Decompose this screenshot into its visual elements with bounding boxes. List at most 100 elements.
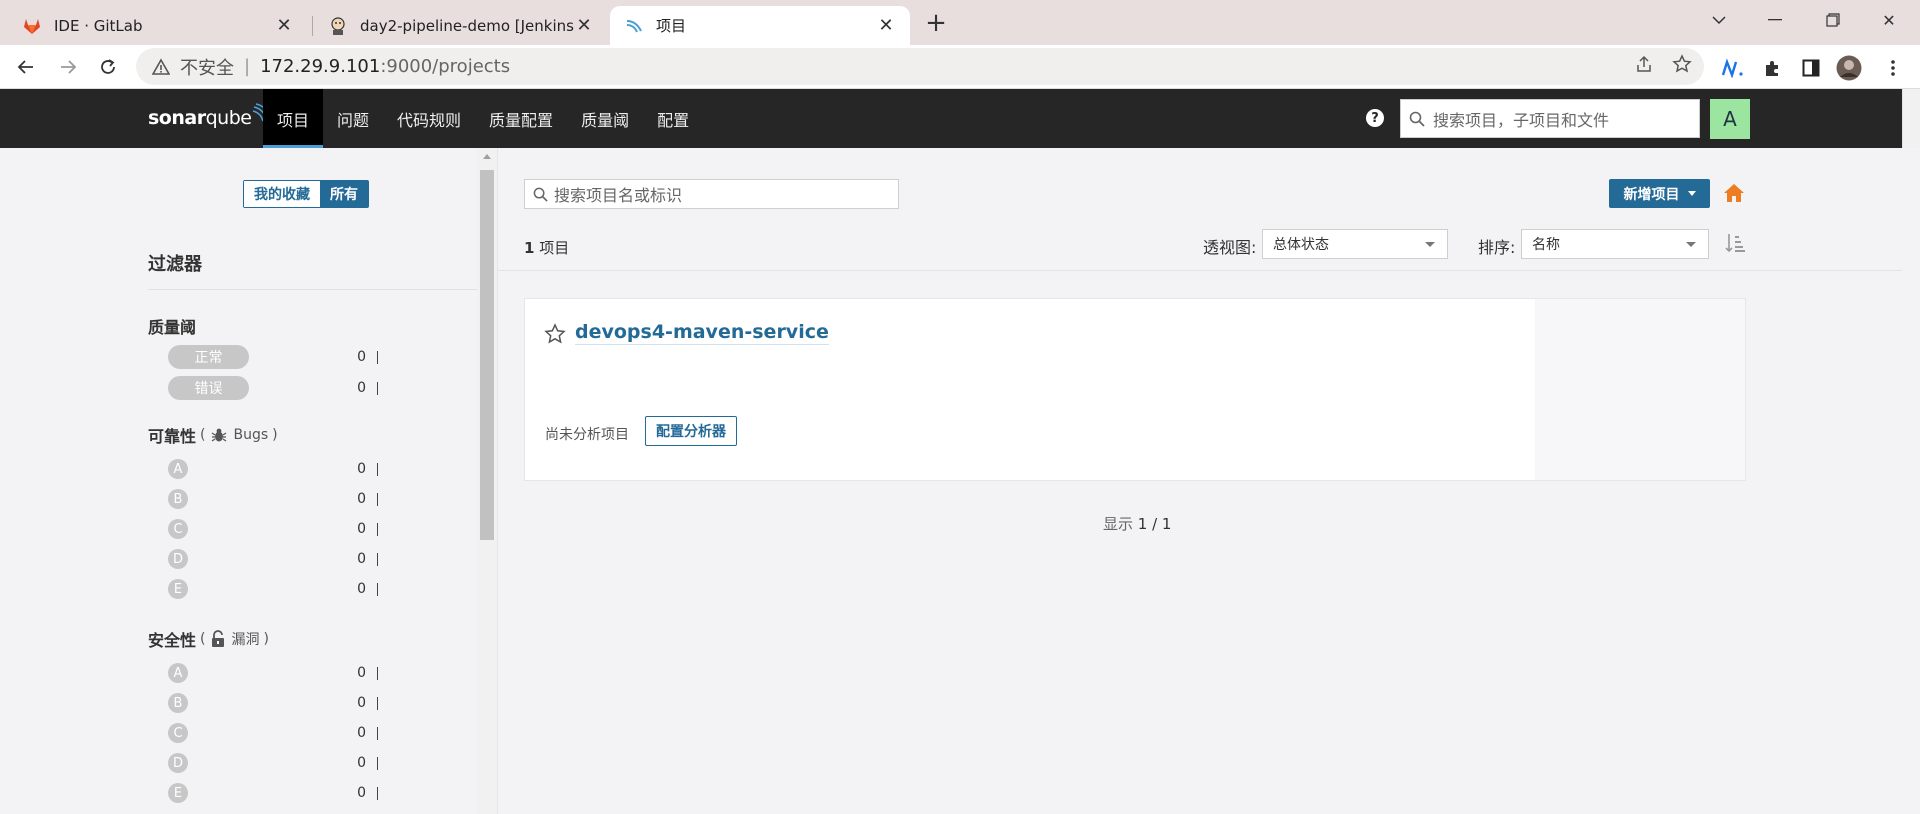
facet-bar [377, 462, 378, 476]
url-separator: | [244, 56, 251, 77]
menu-issues[interactable]: 问题 [323, 89, 383, 148]
tab-gitlab[interactable]: IDE · GitLab ✕ [8, 6, 308, 45]
toggle-all[interactable]: 所有 [320, 181, 368, 207]
project-count: 1 项目 [524, 237, 569, 258]
rating-badge: C [168, 723, 188, 743]
facet-count: 0 [357, 349, 366, 365]
lock-icon [212, 630, 225, 647]
facet-reliability-title: 可靠性 ( Bugs ) [148, 423, 278, 447]
facet-count: 0 [357, 665, 366, 681]
rating-badge: B [168, 693, 188, 713]
global-search-input[interactable]: 搜索项目，子项目和文件 [1400, 99, 1700, 138]
tab-search-chevron-icon[interactable] [1696, 0, 1742, 40]
menu-rules[interactable]: 代码规则 [383, 89, 475, 148]
project-not-analyzed-text: 尚未分析项目 [545, 427, 629, 443]
showing-value: 1 / 1 [1137, 515, 1172, 533]
facet-option-grade-a[interactable]: A 0 [168, 456, 378, 482]
close-tab-icon[interactable]: ✕ [876, 15, 896, 36]
search-icon [533, 187, 548, 202]
browser-menu-icon[interactable] [1880, 55, 1906, 81]
caret-down-icon [1686, 242, 1696, 247]
extension-n-icon[interactable] [1720, 55, 1746, 81]
paren-close: ) [263, 631, 269, 647]
facet-title-text: 安全性 [148, 631, 197, 650]
new-tab-icon[interactable]: + [922, 8, 950, 38]
scroll-up-arrow-icon[interactable] [483, 154, 491, 159]
facet-option-grade-a[interactable]: A 0 [168, 660, 378, 686]
scrollbar-thumb[interactable] [480, 170, 494, 540]
tab-title: IDE · GitLab [54, 16, 143, 35]
help-icon[interactable]: ? [1366, 109, 1384, 127]
rating-badge: D [168, 753, 188, 773]
address-bar: 不安全 | 172.29.9.101 :9000/projects [0, 45, 1920, 89]
extensions-puzzle-icon[interactable] [1760, 55, 1786, 81]
project-name-link[interactable]: devops4-maven-service [575, 321, 829, 345]
sort-label: 排序: [1478, 238, 1516, 257]
favorite-star-icon[interactable] [544, 323, 566, 345]
logo-text-bold: sonar [148, 107, 206, 129]
facet-bar [377, 522, 378, 536]
share-icon[interactable] [1632, 52, 1656, 76]
menu-projects[interactable]: 项目 [263, 89, 324, 148]
sidebar-scrollbar[interactable] [477, 148, 497, 814]
facet-bar [377, 492, 378, 506]
facet-security-title: 安全性 ( 漏洞 ) [148, 627, 269, 651]
menu-administration[interactable]: 配置 [643, 89, 703, 148]
facet-count: 0 [357, 755, 366, 771]
new-project-button[interactable]: 新增项目 [1609, 179, 1710, 208]
caret-down-icon [1687, 191, 1696, 196]
facet-bar [377, 756, 378, 770]
user-avatar[interactable]: A [1710, 99, 1750, 139]
reload-icon[interactable] [92, 51, 124, 83]
facet-count: 0 [357, 461, 366, 477]
facet-option-grade-b[interactable]: B 0 [168, 486, 378, 512]
facet-option-grade-e[interactable]: E 0 [168, 576, 378, 602]
rating-badge: B [168, 489, 188, 509]
forward-icon[interactable] [52, 51, 84, 83]
facet-option-passed[interactable]: 正常 0 [168, 344, 378, 370]
sort-select[interactable]: 名称 [1521, 229, 1709, 259]
bookmark-star-icon[interactable] [1670, 52, 1694, 76]
perspective-label: 透视图: [1203, 238, 1257, 257]
perspective-select[interactable]: 总体状态 [1262, 229, 1448, 259]
close-tab-icon[interactable]: ✕ [274, 15, 294, 36]
pagination-summary: 显示 1 / 1 [1103, 513, 1171, 534]
facet-option-grade-d[interactable]: D 0 [168, 546, 378, 572]
minimize-icon[interactable] [1752, 0, 1798, 40]
back-icon[interactable] [10, 51, 42, 83]
facet-option-grade-e[interactable]: E 0 [168, 780, 378, 806]
configure-analysis-button[interactable]: 配置分析器 [645, 416, 737, 446]
rating-badge: D [168, 549, 188, 569]
close-tab-icon[interactable]: ✕ [574, 15, 594, 36]
menu-quality-profiles[interactable]: 质量配置 [475, 89, 567, 148]
home-icon[interactable] [1722, 181, 1746, 205]
warning-icon [152, 57, 170, 75]
facet-option-grade-b[interactable]: B 0 [168, 690, 378, 716]
facet-bar [377, 552, 378, 566]
facet-option-grade-d[interactable]: D 0 [168, 750, 378, 776]
facet-option-grade-c[interactable]: C 0 [168, 516, 378, 542]
status-badge: 错误 [168, 376, 249, 400]
sort-order-icon[interactable] [1724, 232, 1746, 254]
restore-icon[interactable] [1810, 0, 1856, 40]
sonarqube-navbar: sonar qube 项目 问题 代码规则 质量配置 质量阈 配置 ? 搜索项目，… [0, 89, 1902, 148]
facet-option-grade-c[interactable]: C 0 [168, 720, 378, 746]
status-badge: 正常 [168, 345, 249, 369]
facet-option-failed[interactable]: 错误 0 [168, 375, 378, 401]
profile-avatar-icon[interactable] [1836, 55, 1862, 81]
favorites-toggle: 我的收藏 所有 [243, 180, 369, 208]
sonarqube-logo[interactable]: sonar qube [148, 103, 271, 133]
jenkins-icon [328, 16, 348, 36]
filters-sidebar: 我的收藏 所有 过滤器 质量阈 正常 0 错误 0 可靠性 ( Bugs ) A… [0, 148, 480, 814]
side-panel-icon[interactable] [1798, 55, 1824, 81]
toggle-favorites[interactable]: 我的收藏 [244, 181, 320, 207]
project-search-input[interactable]: 搜索项目名或标识 [524, 179, 899, 209]
facet-subtitle-text: 漏洞 [231, 632, 260, 648]
menu-quality-gates[interactable]: 质量阈 [567, 89, 643, 148]
tab-jenkins[interactable]: day2-pipeline-demo [Jenkins] ✕ [314, 6, 608, 45]
facet-count: 0 [357, 725, 366, 741]
close-window-icon[interactable]: ✕ [1866, 0, 1912, 40]
url-field[interactable]: 不安全 | 172.29.9.101 :9000/projects [136, 48, 1704, 85]
tab-sonarqube[interactable]: 项目 ✕ [610, 6, 910, 45]
showing-label: 显示 [1103, 515, 1134, 533]
